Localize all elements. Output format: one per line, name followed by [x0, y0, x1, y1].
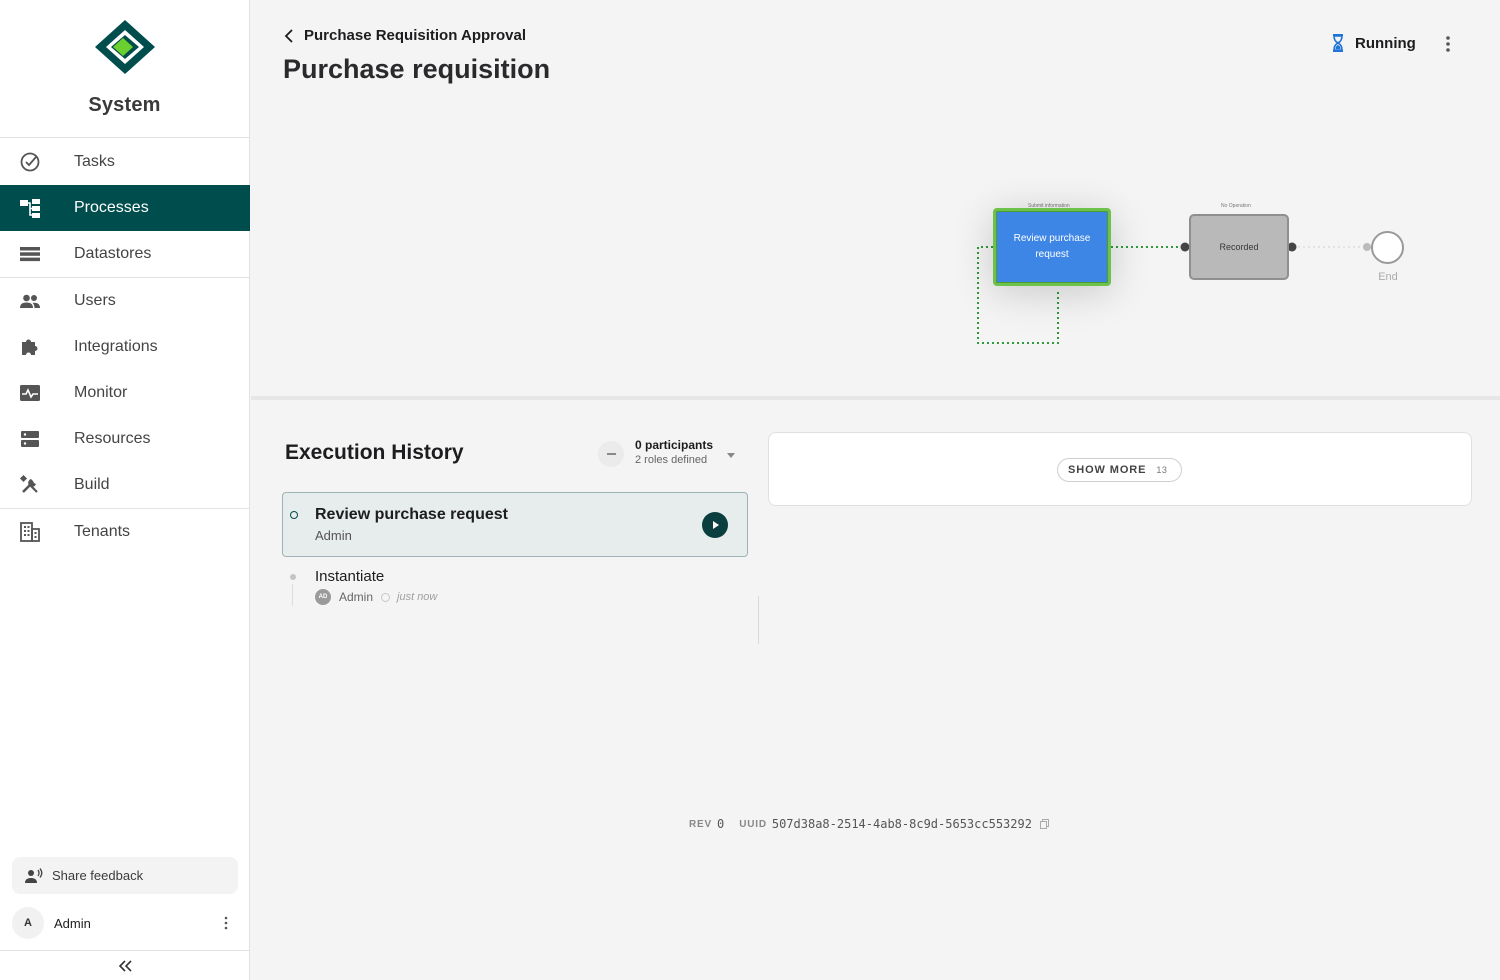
tools-icon	[19, 474, 38, 493]
task-node-review-purchase-request[interactable]: Review purchase request	[993, 208, 1111, 286]
play-icon	[713, 521, 719, 529]
avatar: A	[12, 907, 44, 939]
brand-name: System	[88, 94, 161, 116]
rev-value: 0	[716, 817, 725, 831]
sidebar-item-label: Tasks	[74, 153, 115, 170]
sidebar-item-processes[interactable]: Processes	[0, 185, 250, 231]
user-name: Admin	[54, 915, 91, 931]
hourglass-icon	[1333, 34, 1343, 52]
column-divider	[758, 596, 759, 644]
sidebar-item-label: Datastores	[74, 245, 152, 262]
brand: System	[0, 0, 249, 138]
task-name: Review purchase request	[315, 506, 508, 523]
sidebar-item-label: Monitor	[74, 384, 128, 401]
double-chevron-left-icon	[118, 959, 132, 972]
uuid-label: UUID	[739, 818, 767, 830]
sidebar-item-label: Tenants	[74, 523, 131, 540]
chevron-left-icon	[284, 28, 293, 43]
sidebar-item-label: Build	[74, 476, 110, 493]
monitor-icon	[20, 385, 40, 401]
building-icon	[20, 522, 40, 542]
breadcrumb-back[interactable]: Purchase Requisition Approval	[283, 27, 526, 44]
sidebar-item-monitor[interactable]: Monitor	[0, 370, 250, 416]
system-logo-icon[interactable]	[93, 18, 157, 76]
process-diagram-canvas[interactable]	[251, 100, 1500, 396]
revision-info: REV 0 UUID 507d38a8-2514-4ab8-8c9d-5653c…	[689, 817, 1049, 831]
uuid-value: 507d38a8-2514-4ab8-8c9d-5653cc553292	[771, 817, 1032, 831]
puzzle-icon	[22, 339, 38, 355]
sidebar-item-tasks[interactable]: Tasks	[0, 139, 250, 185]
run-task-button[interactable]	[702, 512, 728, 538]
timeline-dot	[290, 574, 296, 580]
task-node-recorded[interactable]: Recorded	[1189, 214, 1289, 280]
node-caption: No Operation	[1221, 203, 1251, 209]
history-item-meta: AD Admin just now	[315, 589, 437, 605]
feedback-icon	[25, 867, 43, 883]
sidebar-item-users[interactable]: Users	[0, 278, 250, 324]
resources-icon	[21, 431, 39, 447]
participants-count: 0 participants	[635, 438, 714, 452]
timeline-line	[292, 584, 293, 606]
panel-divider	[251, 396, 1500, 400]
history-item-time: just now	[397, 591, 438, 603]
end-event-label: End	[1378, 271, 1398, 283]
datastore-icon	[20, 247, 40, 262]
sidebar-item-label: Integrations	[74, 338, 158, 355]
sidebar-item-build[interactable]: Build	[0, 462, 250, 508]
sidebar-item-label: Resources	[74, 430, 151, 447]
show-more-button[interactable]: SHOW MORE 13	[1057, 458, 1183, 482]
status-indicator: Running	[1331, 34, 1416, 52]
minus-icon	[606, 453, 616, 455]
breadcrumb: Purchase Requisition Approval	[304, 27, 526, 44]
show-more-count: 13	[1156, 465, 1168, 475]
caret-down-icon[interactable]	[727, 453, 735, 458]
sidebar-item-integrations[interactable]: Integrations	[0, 324, 250, 370]
roles-defined: 2 roles defined	[635, 454, 708, 466]
detail-panel: SHOW MORE 13	[768, 432, 1472, 506]
check-circle-icon	[20, 152, 40, 172]
rev-label: REV	[689, 818, 712, 830]
users-icon	[20, 294, 40, 308]
show-more-label: SHOW MORE	[1068, 464, 1147, 476]
more-vert-icon[interactable]	[1441, 34, 1455, 54]
participants-toggle-button[interactable]	[598, 441, 624, 467]
execution-history-title: Execution History	[285, 441, 464, 464]
collapse-sidebar-button[interactable]	[0, 950, 250, 980]
sidebar: System Tasks Processes Datastores Users …	[0, 0, 250, 980]
sidebar-item-label: Processes	[74, 199, 149, 216]
clock-icon	[381, 592, 391, 602]
share-feedback-button[interactable]: Share feedback	[12, 857, 238, 894]
status-badge: Running	[1355, 34, 1416, 52]
sidebar-item-tenants[interactable]: Tenants	[0, 509, 250, 555]
sidebar-item-resources[interactable]: Resources	[0, 416, 250, 462]
user-profile[interactable]: A Admin	[12, 904, 238, 942]
sidebar-item-datastores[interactable]: Datastores	[0, 231, 250, 277]
share-feedback-label: Share feedback	[52, 868, 144, 883]
current-task-card[interactable]: Review purchase request Admin	[282, 492, 748, 557]
copy-icon[interactable]	[1039, 819, 1049, 829]
timeline-dot	[290, 511, 298, 519]
avatar: AD	[315, 589, 331, 605]
history-item-title: Instantiate	[315, 568, 385, 585]
history-item-user: Admin	[339, 590, 374, 604]
end-event-node[interactable]	[1371, 231, 1404, 264]
more-vert-icon[interactable]	[222, 914, 230, 932]
participants-summary[interactable]: 0 participants 2 roles defined	[635, 438, 713, 466]
sidebar-item-label: Users	[74, 292, 116, 309]
page-title: Purchase requisition	[283, 54, 551, 84]
process-tree-icon	[20, 199, 40, 218]
task-assignee: Admin	[315, 528, 352, 543]
